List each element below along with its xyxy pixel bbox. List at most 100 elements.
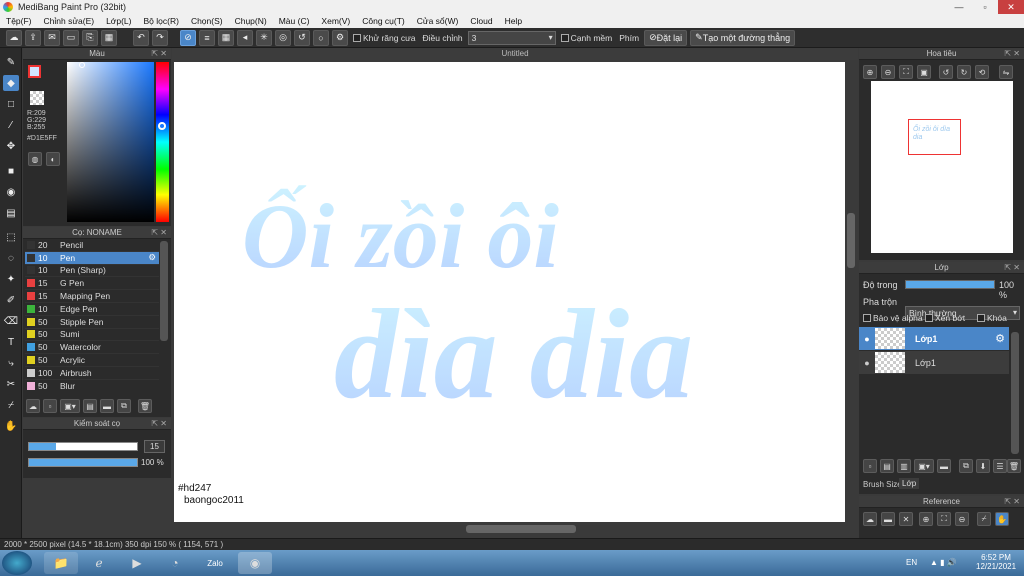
- snap-grid-icon[interactable]: ▦: [218, 29, 234, 46]
- maximize-button[interactable]: ▫: [972, 0, 998, 14]
- operation-tool-icon[interactable]: ⤷: [3, 355, 19, 371]
- drawing-canvas[interactable]: Ối zồi ôi dìa dia #hd247 baongoc2011: [174, 62, 845, 522]
- zoom-in-icon[interactable]: ⊕: [863, 65, 877, 79]
- brush-settings-icon[interactable]: ▤: [83, 399, 97, 413]
- explorer-icon[interactable]: 📁: [44, 552, 78, 574]
- clipping-toggle[interactable]: Xén bớt: [923, 313, 967, 323]
- lasso-tool-icon[interactable]: ◌: [3, 250, 19, 266]
- snap-radial-icon[interactable]: ✳: [256, 29, 272, 46]
- trash-icon[interactable]: 🗑: [138, 399, 152, 413]
- media-player-icon[interactable]: ▶: [120, 552, 154, 574]
- brush-item[interactable]: 15 G Pen: [25, 277, 159, 291]
- redo-button[interactable]: ↷: [152, 29, 168, 46]
- tab-layer[interactable]: Lớp: [899, 478, 920, 489]
- brush-size-slider[interactable]: [28, 442, 138, 451]
- folder-icon[interactable]: ▬: [100, 399, 114, 413]
- expand-icon[interactable]: ⇱ ✕: [1004, 496, 1020, 508]
- color-picker-icon[interactable]: ◐: [46, 152, 60, 166]
- eraser-tool-icon[interactable]: ◆: [3, 75, 19, 91]
- ref-fit-icon[interactable]: ⛶: [937, 512, 951, 526]
- antialias-checkbox[interactable]: [353, 33, 361, 42]
- ref-open-icon[interactable]: ▬: [881, 512, 895, 526]
- soft-edge-toggle[interactable]: Cạnh mềm: [559, 33, 615, 43]
- ref-zoom-in-icon[interactable]: ⊕: [919, 512, 933, 526]
- protect-alpha-toggle[interactable]: Bảo vệ alpha: [861, 313, 925, 323]
- snap-ellipse-icon[interactable]: ○: [313, 29, 329, 46]
- color-cursor[interactable]: [79, 62, 85, 68]
- clock[interactable]: 6:52 PM 12/21/2021: [976, 553, 1016, 571]
- layer-scrollbar[interactable]: [1011, 332, 1019, 454]
- snap-parallel-icon[interactable]: ≡: [199, 29, 215, 46]
- medibang-icon[interactable]: ◉: [238, 552, 272, 574]
- brush-item[interactable]: 20 Pencil: [25, 239, 159, 252]
- layer-row[interactable]: ● Lớp1: [859, 351, 1009, 374]
- snap-perspective-icon[interactable]: ◂: [237, 29, 253, 46]
- actual-size-icon[interactable]: ▣: [917, 65, 931, 79]
- select-tool-icon[interactable]: ⬚: [3, 229, 19, 245]
- palette-icon[interactable]: ◍: [28, 152, 42, 166]
- ref-cloud-icon[interactable]: ☁: [863, 512, 877, 526]
- lock-toggle[interactable]: Khóa: [975, 313, 1009, 323]
- duplicate-icon[interactable]: ⧉: [117, 399, 131, 413]
- rotate-left-icon[interactable]: ↺: [939, 65, 953, 79]
- brush-item[interactable]: 50 Acrylic: [25, 354, 159, 367]
- brush-tool-icon[interactable]: ✎: [3, 54, 19, 70]
- hue-slider[interactable]: [156, 62, 169, 222]
- add-layer-menu-icon[interactable]: ▣▾: [914, 459, 934, 473]
- settings-icon[interactable]: ⚙: [332, 29, 348, 46]
- brush-item[interactable]: 50 Blur: [25, 380, 159, 391]
- magic-wand-icon[interactable]: ✦: [3, 271, 19, 287]
- brush-item[interactable]: 10 Pen ⚙: [25, 251, 159, 265]
- gradient-tool-icon[interactable]: ▤: [3, 205, 19, 221]
- duplicate-layer-icon[interactable]: ⧉: [959, 459, 973, 473]
- layer-list-icon[interactable]: ☰: [993, 459, 1007, 473]
- divide-tool-icon[interactable]: ✂: [3, 376, 19, 392]
- zalo-icon[interactable]: Zalo: [198, 552, 232, 574]
- cloud-brush-icon[interactable]: ☁: [26, 399, 40, 413]
- tab-brush-size[interactable]: Brush Size: [863, 480, 902, 489]
- rectangle-tool-icon[interactable]: □: [3, 96, 19, 112]
- start-button[interactable]: [2, 551, 32, 575]
- secondary-color-swatch[interactable]: [30, 91, 44, 105]
- snap-circle-icon[interactable]: ◎: [275, 29, 291, 46]
- primary-color-swatch[interactable]: [28, 65, 41, 78]
- bucket-tool-icon[interactable]: ◉: [3, 184, 19, 200]
- new-halftone-layer-icon[interactable]: ▤: [880, 459, 894, 473]
- language-indicator[interactable]: EN: [906, 558, 917, 567]
- new-brush-icon[interactable]: ▫: [43, 399, 57, 413]
- flip-icon[interactable]: ⇋: [999, 65, 1013, 79]
- expand-icon[interactable]: ⇱ ✕: [1004, 48, 1020, 60]
- saturation-value-field[interactable]: [67, 62, 154, 222]
- snap-off-icon[interactable]: ⊘: [180, 29, 196, 46]
- reset-button[interactable]: ⊘ Đặt lại: [644, 29, 688, 46]
- brush-settings-icon[interactable]: ⚙: [148, 252, 156, 263]
- eyedropper-tool-icon[interactable]: ⌿: [3, 397, 19, 413]
- straight-line-button[interactable]: ✎ Tạo một đường thẳng: [690, 29, 796, 46]
- document-tab[interactable]: Untitled: [172, 48, 858, 60]
- ref-close-icon[interactable]: ✕: [899, 512, 913, 526]
- layer-settings-icon[interactable]: ⚙: [995, 332, 1005, 345]
- antialias-toggle[interactable]: Khử răng cưa: [351, 33, 418, 43]
- ref-zoom-out-icon[interactable]: ⊖: [955, 512, 969, 526]
- expand-icon[interactable]: ⇱ ✕: [151, 418, 167, 430]
- brush-item[interactable]: 50 Watercolor: [25, 341, 159, 355]
- visibility-eye-icon[interactable]: ●: [859, 358, 875, 368]
- layer-opacity-slider[interactable]: [905, 280, 995, 289]
- hand-tool-icon[interactable]: ✋: [3, 418, 19, 434]
- ref-eyedropper-icon[interactable]: ⌿: [977, 512, 991, 526]
- tray-icons[interactable]: ▲ ▮ 🔊: [930, 558, 957, 567]
- brush-item[interactable]: 100 Airbrush: [25, 367, 159, 380]
- hue-handle[interactable]: [158, 122, 166, 130]
- rotate-right-icon[interactable]: ↻: [957, 65, 971, 79]
- menu-view[interactable]: Xem(V): [315, 16, 356, 26]
- brush-size-value[interactable]: 15: [144, 440, 165, 453]
- brush-item[interactable]: 10 Pen (Sharp): [25, 265, 159, 278]
- expand-icon[interactable]: ⇱ ✕: [151, 227, 167, 239]
- comment-icon[interactable]: ✉: [44, 29, 60, 46]
- layer-row-selected[interactable]: ● Lớp1 ⚙: [859, 327, 1009, 350]
- move-tool-icon[interactable]: ✥: [3, 138, 19, 154]
- layer-folder-icon[interactable]: ▬: [937, 459, 951, 473]
- add-brush-menu-icon[interactable]: ▣▾: [60, 399, 80, 413]
- undo-button[interactable]: ↶: [133, 29, 149, 46]
- minimize-button[interactable]: —: [946, 0, 972, 14]
